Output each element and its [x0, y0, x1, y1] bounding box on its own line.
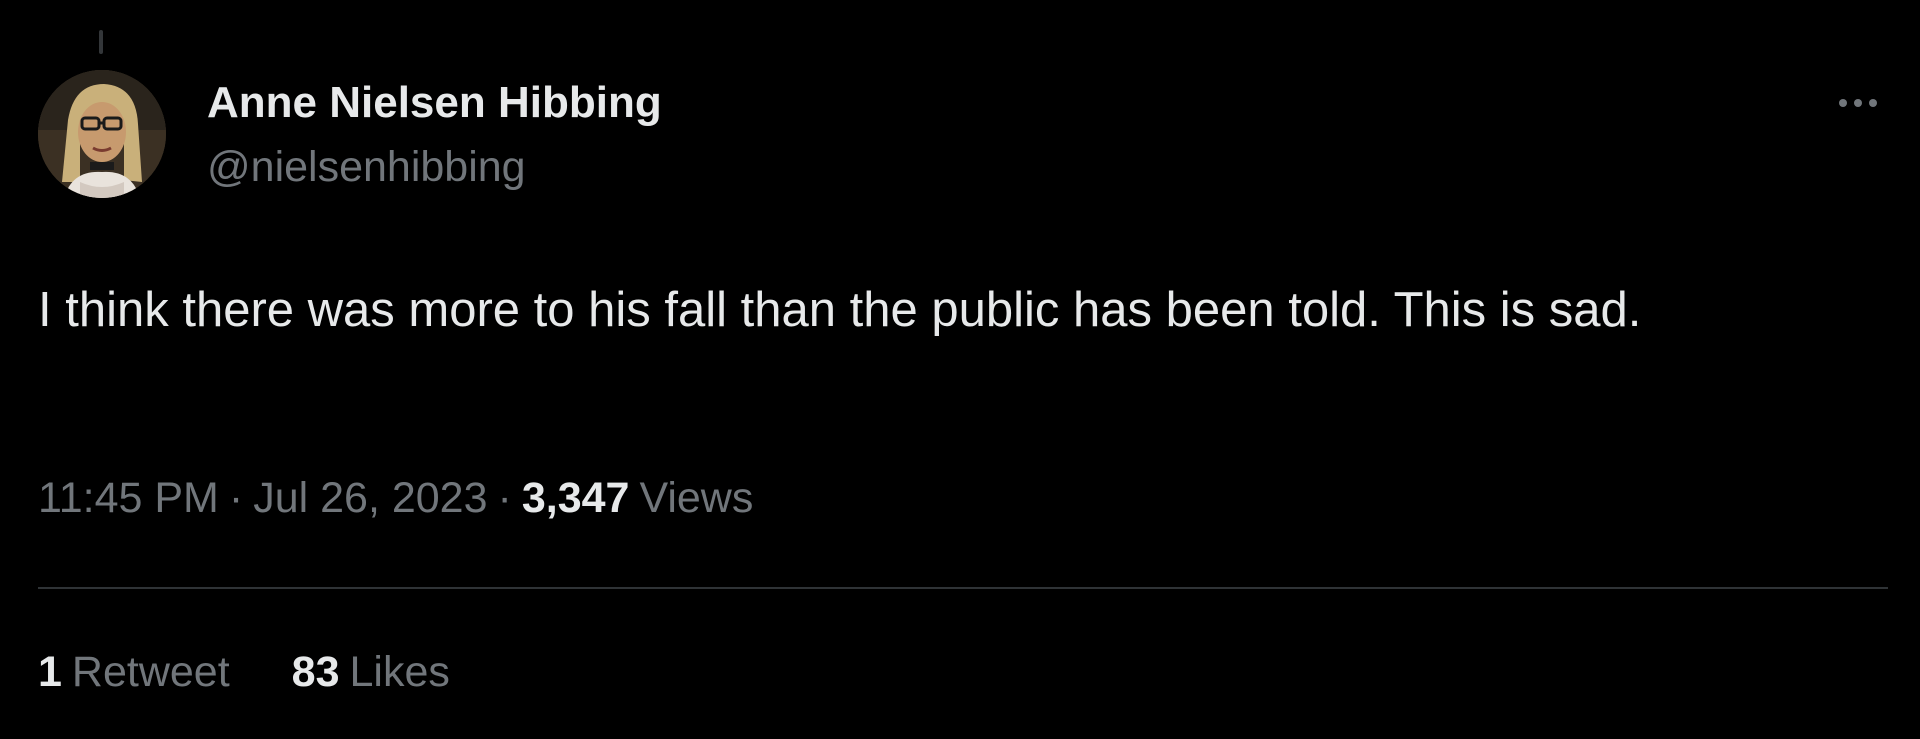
retweets-stat[interactable]: 1 Retweet — [38, 648, 230, 697]
likes-label: Likes — [349, 648, 450, 696]
tweet-text: I think there was more to his fall than … — [38, 283, 1642, 337]
avatar-portrait-icon — [38, 70, 166, 198]
views-label: Views — [639, 474, 754, 522]
retweets-count: 1 — [38, 648, 62, 696]
thread-connector-line — [99, 30, 103, 54]
author-handle[interactable]: @nielsenhibbing — [207, 143, 526, 192]
author-display-name[interactable]: Anne Nielsen Hibbing — [207, 78, 662, 128]
more-options-button[interactable] — [1830, 88, 1886, 118]
tweet-metadata: 11:45 PM · Jul 26, 2023 · 3,347 Views — [38, 474, 753, 523]
retweets-label: Retweet — [71, 648, 230, 696]
tweet-date[interactable]: Jul 26, 2023 — [253, 474, 487, 522]
meta-separator: · — [228, 474, 244, 522]
likes-count: 83 — [291, 648, 340, 696]
tweet-stats: 1 Retweet 83 Likes — [38, 648, 450, 697]
more-horizontal-icon-dot — [1854, 99, 1862, 107]
divider — [38, 587, 1888, 589]
more-horizontal-icon-dot — [1869, 99, 1877, 107]
tweet-time[interactable]: 11:45 PM — [38, 474, 219, 522]
meta-separator: · — [497, 474, 512, 522]
author-avatar[interactable] — [38, 70, 166, 198]
more-horizontal-icon — [1839, 99, 1847, 107]
likes-stat[interactable]: 83 Likes — [292, 648, 450, 697]
views-count: 3,347 — [521, 474, 630, 522]
